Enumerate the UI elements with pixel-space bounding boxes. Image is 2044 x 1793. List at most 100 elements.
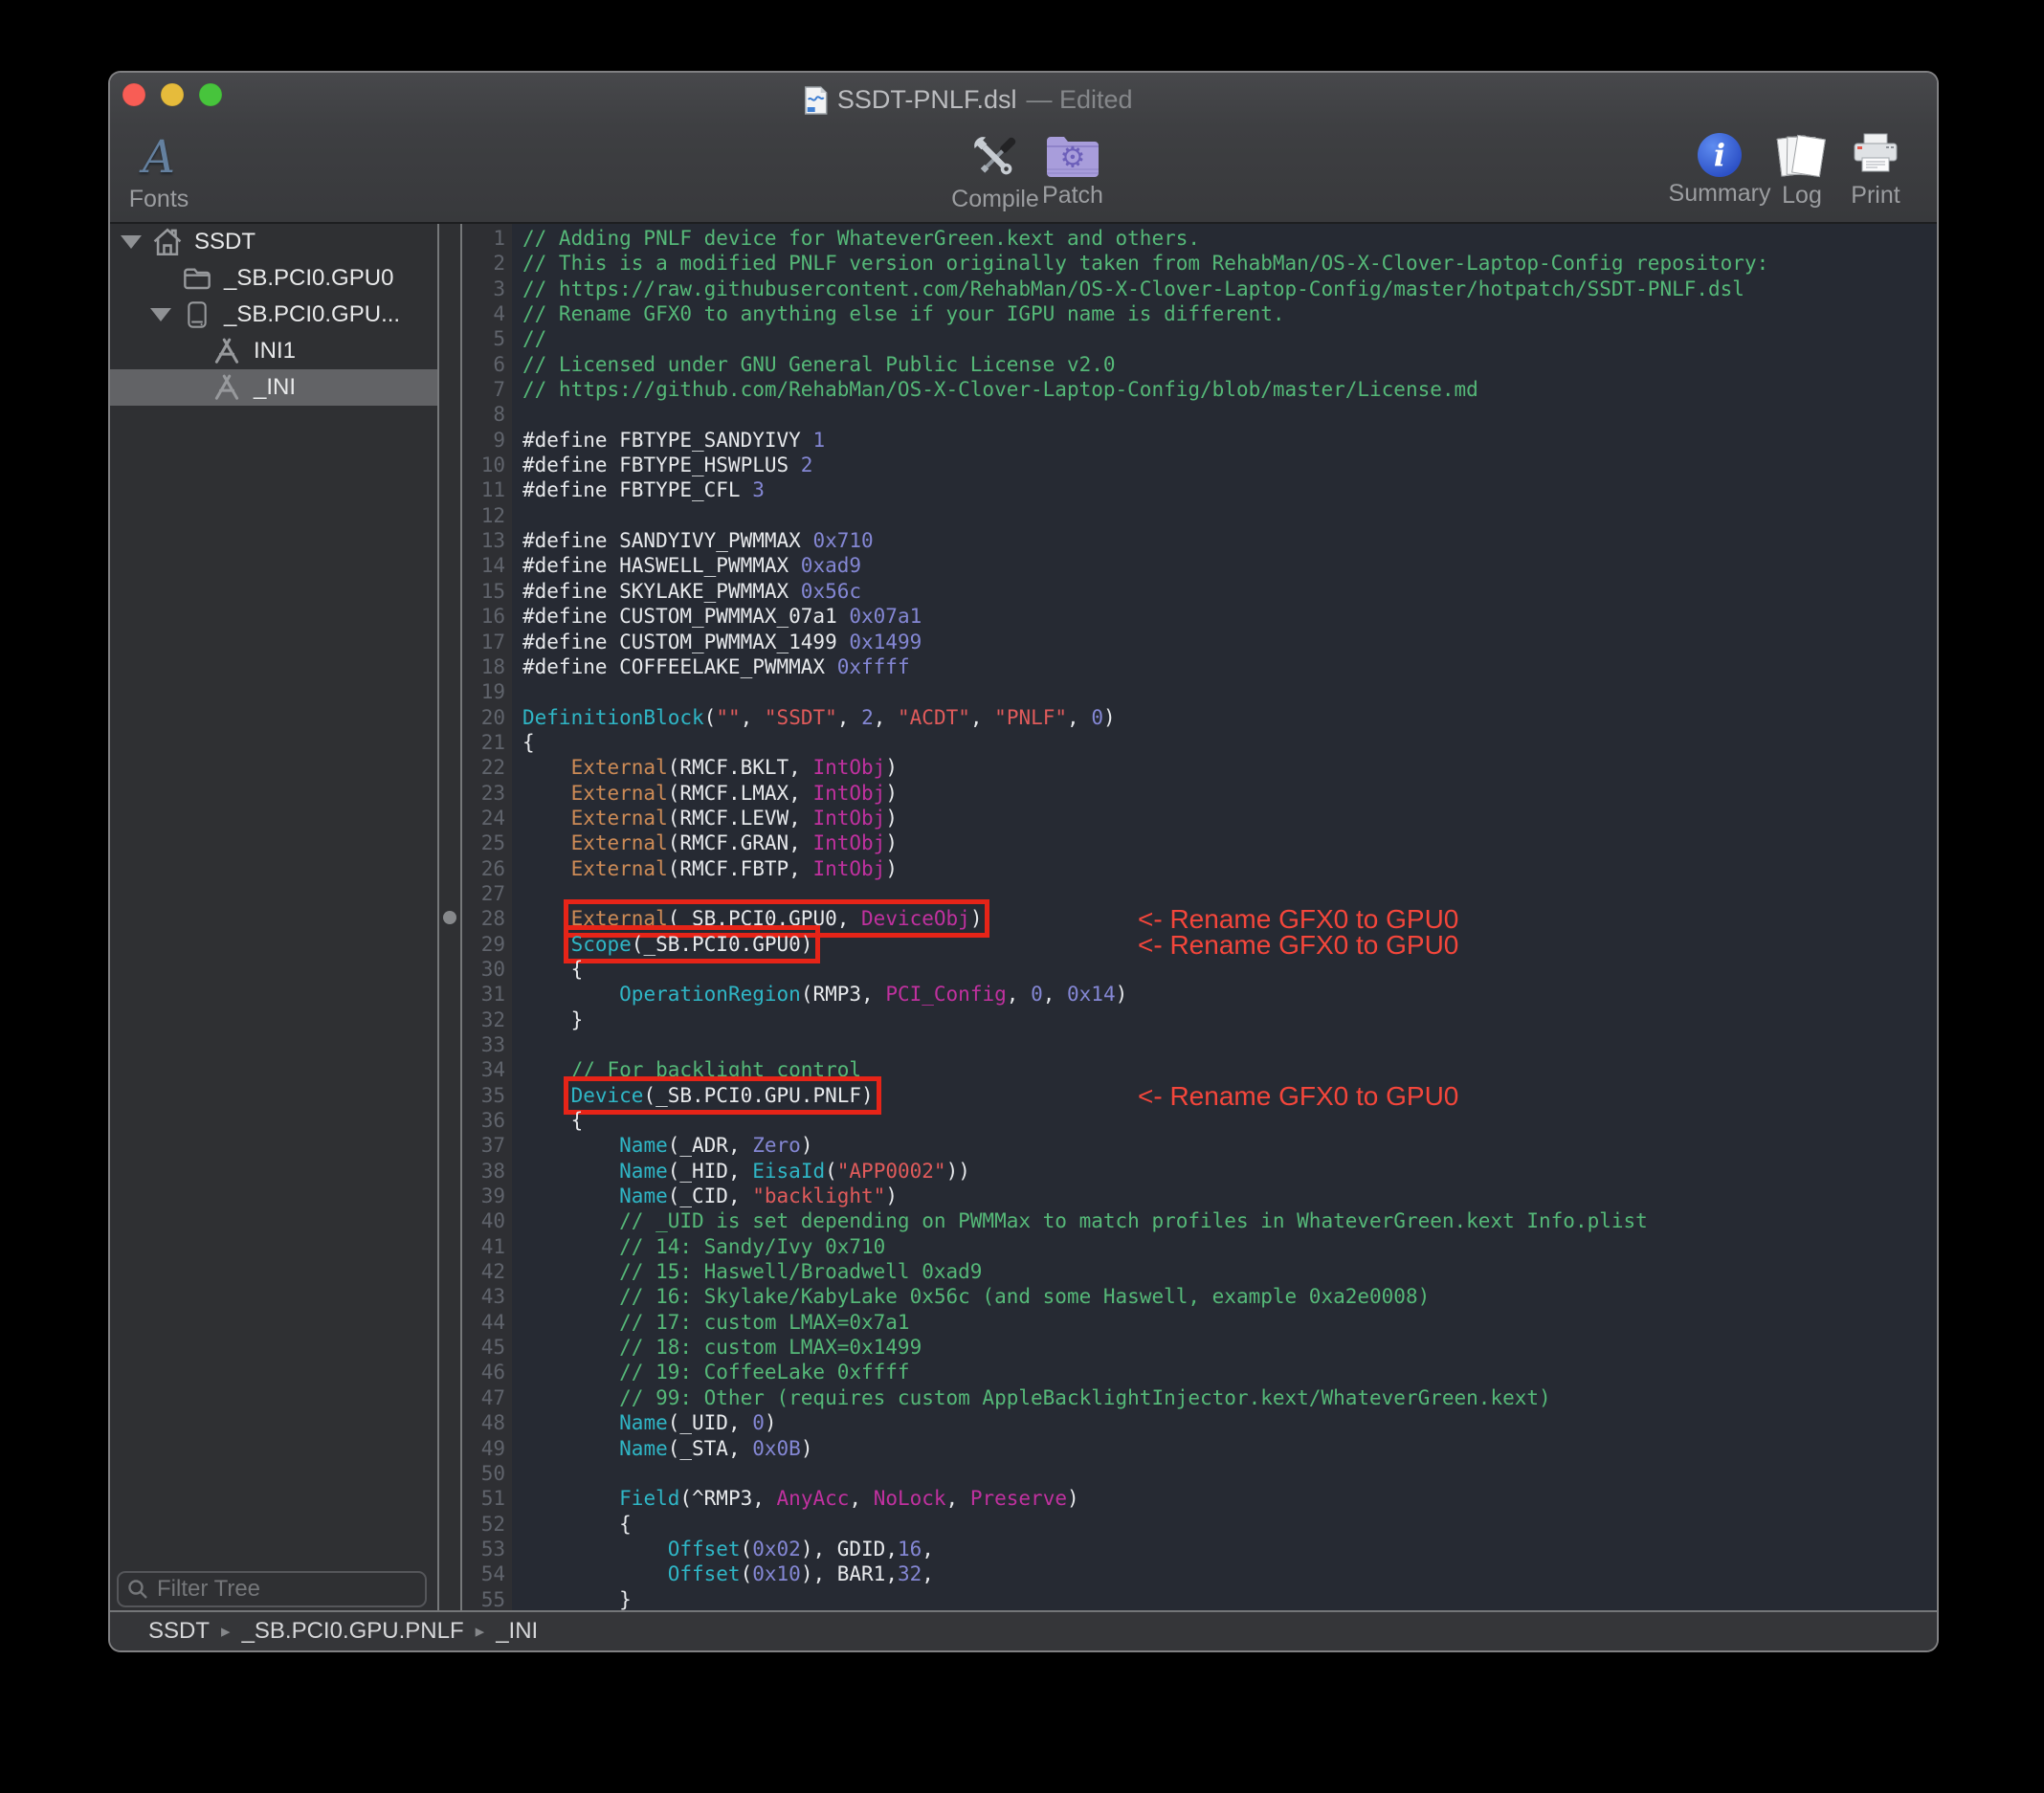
document-icon (805, 85, 828, 115)
code-line[interactable]: Name(_CID, "backlight") (522, 1184, 1937, 1208)
code-line[interactable]: External(RMCF.GRAN, IntObj) (522, 830, 1937, 855)
log-button[interactable]: Log (1768, 133, 1835, 210)
filter-tree-input[interactable] (117, 1571, 427, 1607)
tree-item-label: INI1 (254, 338, 297, 364)
code-line[interactable]: OperationRegion(RMP3, PCI_Config, 0, 0x1… (522, 982, 1937, 1007)
code-line[interactable]: // Adding PNLF device for WhateverGreen.… (522, 226, 1937, 251)
line-number-gutter: 1 2 3 4 5 6 7 8 9 10 11 12 13 14 15 16 17 18 19 20 21 22 23 24 2… (462, 224, 512, 1610)
code-line[interactable]: // For backlight control (522, 1057, 1937, 1082)
tree-item--sb-pci0-gpu-[interactable]: _SB.PCI0.GPU... (110, 297, 437, 333)
code-editor[interactable]: 1 2 3 4 5 6 7 8 9 10 11 12 13 14 15 16 17 18 19 20 21 22 23 24 2… (462, 224, 1937, 1610)
code-line[interactable]: #define HASWELL_PWMMAX 0xad9 (522, 553, 1937, 578)
code-line[interactable]: Offset(0x02), GDID,16, (522, 1537, 1937, 1561)
disclosure-triangle[interactable] (120, 224, 143, 260)
code-line[interactable]: Offset(0x10), BAR1,32, (522, 1561, 1937, 1586)
code-line[interactable]: // https://github.com/RehabMan/OS-X-Clov… (522, 377, 1937, 402)
minimize-button[interactable] (161, 83, 184, 106)
summary-button[interactable]: i Summary (1667, 133, 1772, 208)
code-line[interactable]: { (522, 1512, 1937, 1537)
ssdt-tree: SSDT _SB.PCI0.GPU0 _SB.PCI0.GPU... INI1 _INI (110, 224, 437, 406)
breadcrumb-item[interactable]: _SB.PCI0.GPU.PNLF (242, 1618, 464, 1645)
code-line[interactable] (522, 503, 1937, 528)
filter-tree-field[interactable] (117, 1571, 427, 1607)
line-number: 4 (493, 302, 505, 326)
code-line[interactable]: // _UID is set depending on PWMMax to ma… (522, 1208, 1937, 1233)
close-button[interactable] (122, 83, 145, 106)
code-line[interactable]: // This is a modified PNLF version origi… (522, 251, 1937, 276)
code-line[interactable]: #define CUSTOM_PWMMAX_1499 0x1499 (522, 630, 1937, 654)
pane-splitter[interactable] (437, 224, 462, 1610)
splitter-handle[interactable] (443, 910, 456, 924)
code-line[interactable] (522, 1032, 1937, 1057)
print-label: Print (1851, 182, 1900, 209)
tree-item-ssdt[interactable]: SSDT (110, 224, 437, 260)
code-line[interactable]: External(RMCF.LMAX, IntObj) (522, 781, 1937, 806)
code-line[interactable]: // 17: custom LMAX=0x7a1 (522, 1310, 1937, 1335)
code-line[interactable]: // 14: Sandy/Ivy 0x710 (522, 1234, 1937, 1259)
code-line[interactable] (522, 1461, 1937, 1486)
code-line[interactable]: // 19: CoffeeLake 0xffff (522, 1360, 1937, 1384)
code-line[interactable]: } (522, 1587, 1937, 1610)
fonts-button[interactable]: A Fonts (110, 133, 211, 213)
print-button[interactable]: Print (1835, 133, 1916, 210)
code-line[interactable] (522, 679, 1937, 704)
tree-item--ini[interactable]: _INI (110, 369, 437, 406)
code-line[interactable] (522, 402, 1937, 427)
code-line[interactable]: External(RMCF.FBTP, IntObj) (522, 856, 1937, 881)
patch-button[interactable]: ⚙ Patch (1030, 133, 1116, 210)
code-line[interactable]: { (522, 730, 1937, 755)
line-number: 51 (480, 1487, 505, 1511)
line-number: 22 (480, 756, 505, 780)
code-line[interactable]: Scope(_SB.PCI0.GPU0) <- Rename GFX0 to GP… (522, 924, 1937, 963)
code-line[interactable]: DefinitionBlock("", "SSDT", 2, "ACDT", "… (522, 705, 1937, 730)
code-line[interactable]: // 15: Haswell/Broadwell 0xad9 (522, 1259, 1937, 1284)
code-line[interactable]: Name(_HID, EisaId("APP0002")) (522, 1159, 1937, 1184)
line-number: 53 (480, 1537, 505, 1561)
code-line[interactable]: #define FBTYPE_SANDYIVY 1 (522, 428, 1937, 453)
code-line[interactable]: Name(_UID, 0) (522, 1410, 1937, 1435)
line-number: 19 (480, 680, 505, 704)
breadcrumb-separator-icon: ▸ (475, 1621, 485, 1642)
code-line[interactable]: External(RMCF.BKLT, IntObj) (522, 755, 1937, 780)
tree-item-label: _SB.PCI0.GPU... (224, 301, 401, 327)
folder-icon (180, 260, 214, 297)
code-line[interactable]: // Rename GFX0 to anything else if your … (522, 301, 1937, 326)
code-line[interactable]: // (522, 326, 1937, 351)
code-line[interactable]: Name(_STA, 0x0B) (522, 1436, 1937, 1461)
breadcrumb-separator-icon: ▸ (221, 1621, 231, 1642)
tree-item--sb-pci0-gpu0[interactable]: _SB.PCI0.GPU0 (110, 260, 437, 297)
code-line[interactable]: // Licensed under GNU General Public Lic… (522, 352, 1937, 377)
code-line[interactable]: // 99: Other (requires custom AppleBackl… (522, 1385, 1937, 1410)
summary-label: Summary (1668, 180, 1771, 207)
maciasl-window: SSDT-PNLF.dsl — Edited A Fonts Compile ⚙… (110, 73, 1937, 1650)
line-number: 17 (480, 630, 505, 653)
titlebar[interactable]: SSDT-PNLF.dsl — Edited (110, 73, 1937, 127)
code-line[interactable]: #define COFFEELAKE_PWMMAX 0xffff (522, 654, 1937, 679)
code-line[interactable]: } (522, 1007, 1937, 1032)
code-line[interactable]: #define FBTYPE_CFL 3 (522, 477, 1937, 502)
tree-item-ini1[interactable]: INI1 (110, 333, 437, 369)
code-line[interactable]: External(_SB.PCI0.GPU0, DeviceObj) <- Ren… (522, 899, 1937, 939)
line-number: 30 (480, 957, 505, 981)
breadcrumb-item[interactable]: _INI (496, 1618, 538, 1645)
code-line[interactable] (522, 881, 1937, 906)
code-line[interactable]: #define SKYLAKE_PWMMAX 0x56c (522, 579, 1937, 604)
code-line[interactable]: Device(_SB.PCI0.GPU.PNLF) <- Rename GFX0 … (522, 1075, 1937, 1115)
line-number: 23 (480, 781, 505, 805)
code-line[interactable]: #define CUSTOM_PWMMAX_07a1 0x07a1 (522, 604, 1937, 629)
code-line[interactable]: // 18: custom LMAX=0x1499 (522, 1335, 1937, 1360)
code-line[interactable]: Name(_ADR, Zero) (522, 1133, 1937, 1158)
zoom-button[interactable] (199, 83, 222, 106)
code-line[interactable]: { (522, 957, 1937, 982)
disclosure-triangle[interactable] (149, 297, 172, 333)
breadcrumb-item[interactable]: SSDT (148, 1618, 210, 1645)
code-line[interactable]: // https://raw.githubusercontent.com/Reh… (522, 277, 1937, 301)
code-line[interactable]: External(RMCF.LEVW, IntObj) (522, 806, 1937, 830)
code-line[interactable]: { (522, 1108, 1937, 1133)
code-line[interactable]: Field(^RMP3, AnyAcc, NoLock, Preserve) (522, 1486, 1937, 1511)
code-line[interactable]: // 16: Skylake/KabyLake 0x56c (and some … (522, 1284, 1937, 1309)
code-line[interactable]: #define SANDYIVY_PWMMAX 0x710 (522, 528, 1937, 553)
code-lines[interactable]: // Adding PNLF device for WhateverGreen.… (512, 224, 1937, 1610)
code-line[interactable]: #define FBTYPE_HSWPLUS 2 (522, 453, 1937, 477)
